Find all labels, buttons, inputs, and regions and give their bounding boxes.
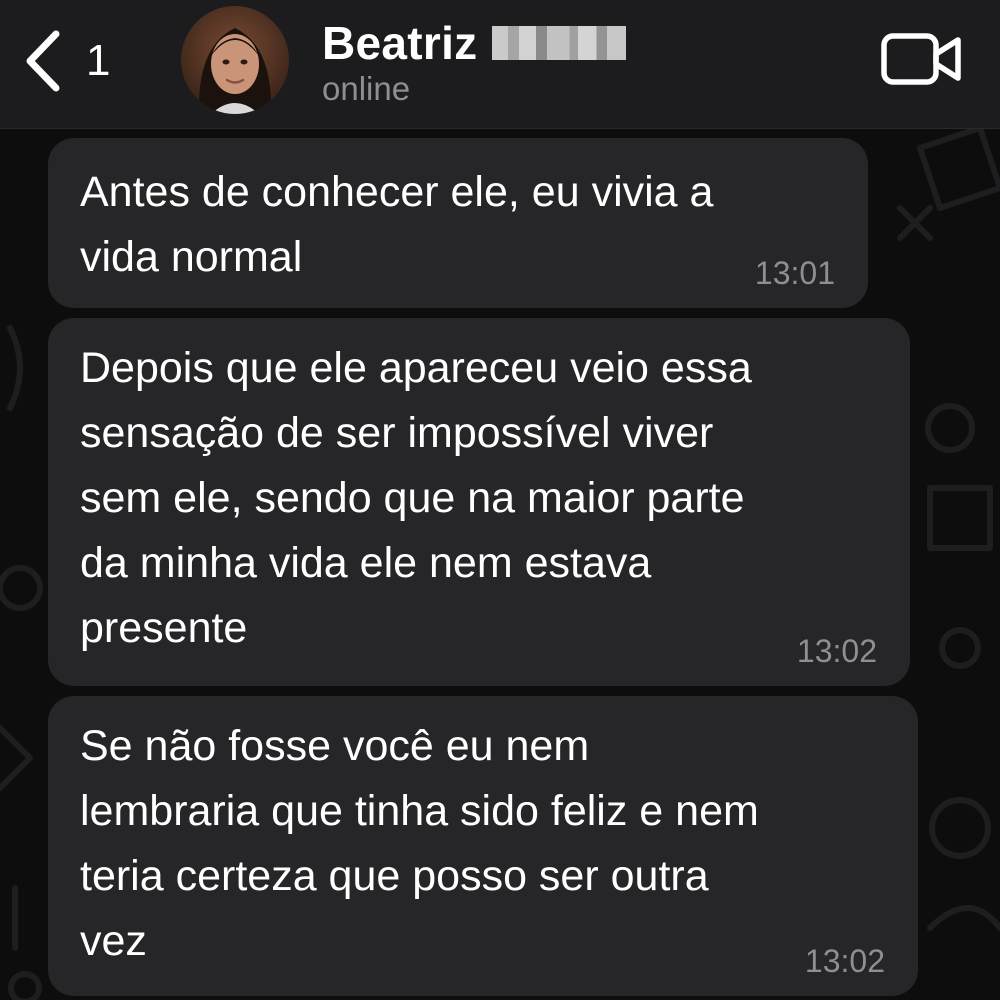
contact-name[interactable]: Beatriz xyxy=(322,16,626,70)
message-text: Se não fosse você eu nem lembraria que t… xyxy=(80,722,759,965)
avatar[interactable] xyxy=(181,6,289,114)
message-bubble[interactable]: Antes de conhecer ele, eu vivia a vida n… xyxy=(48,138,868,308)
chat-header: 1 Beatriz online xyxy=(0,0,1000,129)
message-bubble[interactable]: Se não fosse você eu nem lembraria que t… xyxy=(48,696,918,996)
chevron-left-icon xyxy=(22,30,62,92)
contact-status: online xyxy=(322,70,411,107)
video-camera-icon xyxy=(880,33,964,94)
back-button[interactable]: 1 xyxy=(22,28,132,94)
message-timestamp: 13:02 xyxy=(804,943,885,979)
message-text: Antes de conhecer ele, eu vivia a vida n… xyxy=(80,168,714,281)
message-text: Depois que ele apareceu veio essa sensaç… xyxy=(80,344,752,652)
video-call-button[interactable] xyxy=(880,30,964,90)
redacted-surname xyxy=(491,26,626,60)
message-bubble[interactable]: Depois que ele apareceu veio essa sensaç… xyxy=(48,318,910,686)
unread-count: 1 xyxy=(86,36,111,85)
message-timestamp: 13:02 xyxy=(796,633,877,669)
message-timestamp: 13:01 xyxy=(754,255,835,291)
contact-name-label: Beatriz xyxy=(322,17,478,69)
